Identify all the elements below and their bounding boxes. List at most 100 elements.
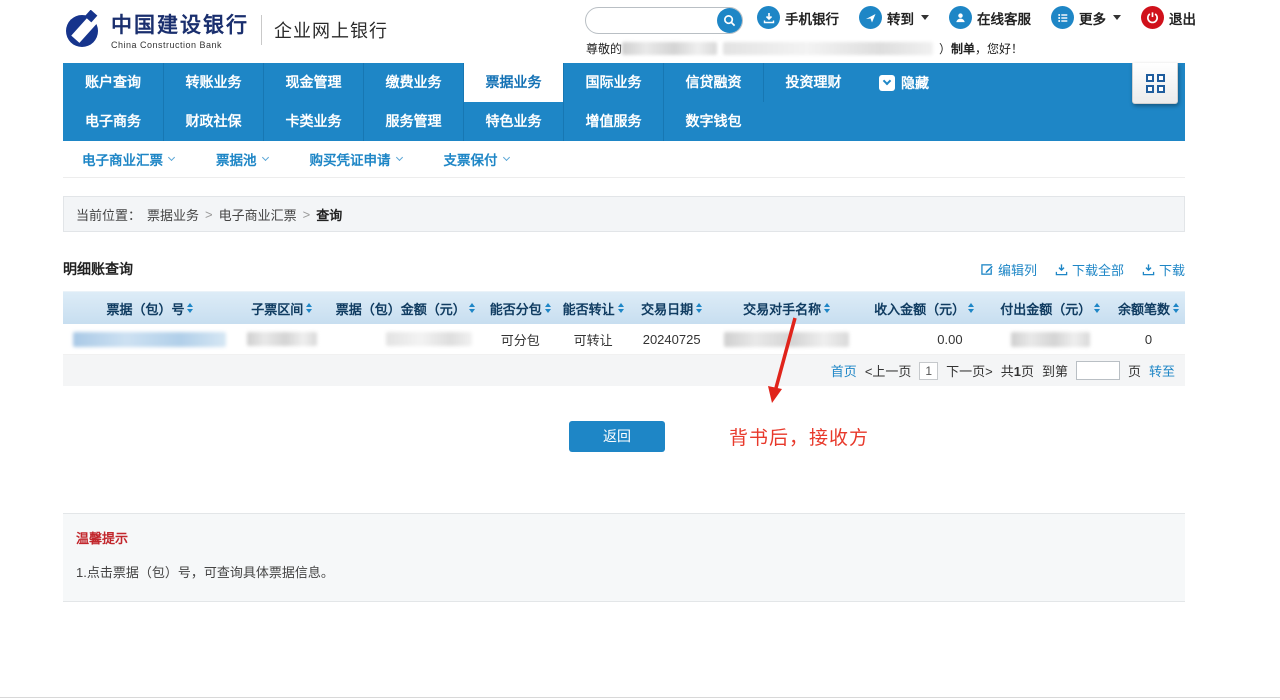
bank-logo[interactable]: 中国建设银行 China Construction Bank 企业网上银行 [63,9,388,50]
tab-account-inquiry[interactable]: 账户查询 [63,63,163,102]
tab-credit-financing[interactable]: 信贷融资 [663,63,763,102]
subnav-bill-pool[interactable]: 票据池 [216,149,268,169]
sort-icon[interactable] [824,303,830,313]
cell-bill-no[interactable] [63,332,237,347]
tips-panel: 温馨提示 1.点击票据（包）号，可查询具体票据信息。 [63,513,1185,602]
mobile-banking-button[interactable]: 手机银行 [757,6,839,29]
header-actions: 手机银行 转到 在线客服 更多 [757,6,1196,29]
column-income-amount-label: 收入金额（元） [874,299,965,318]
sort-icon[interactable] [469,303,475,313]
hide-nav-button[interactable]: 隐藏 [879,63,929,102]
goto-page-input[interactable] [1076,361,1120,380]
customer-service-icon [949,6,972,29]
next-page-link[interactable]: 下一页> [946,361,993,380]
subnav-commercial-draft-label: 电子商业汇票 [82,149,163,169]
download-all-button[interactable]: 下载全部 [1055,260,1124,279]
go-to-button[interactable]: 转到 [859,6,929,29]
more-button[interactable]: 更多 [1051,6,1121,29]
breadcrumb-item-bill-business[interactable]: 票据业务 [147,205,199,224]
column-bill-no[interactable]: 票据（包）号 [63,299,237,318]
table-row: 可分包 可转让 20240725 0.00 0 [63,324,1185,355]
sort-icon[interactable] [618,303,624,313]
online-service-button[interactable]: 在线客服 [949,6,1031,29]
subnav-commercial-draft[interactable]: 电子商业汇票 [82,149,174,169]
sort-icon[interactable] [1173,303,1179,313]
tab-value-added[interactable]: 增值服务 [563,102,663,141]
tab-payment[interactable]: 缴费业务 [363,63,463,102]
column-bill-amount[interactable]: 票据（包）金额（元） [327,299,484,318]
cell-transferable: 可转让 [557,330,630,349]
tab-bill-business[interactable]: 票据业务 [463,63,563,102]
redacted-bill-amount [386,332,472,346]
search-button[interactable] [717,8,742,33]
apps-grid-button[interactable] [1132,63,1178,104]
go-to-label: 转到 [887,8,914,28]
tab-e-commerce[interactable]: 电子商务 [63,102,163,141]
breadcrumb-current: 查询 [316,205,342,224]
column-splittable-label: 能否分包 [490,299,542,318]
breadcrumb-separator: > [205,207,213,222]
tab-service-management[interactable]: 服务管理 [363,102,463,141]
tab-cash-management[interactable]: 现金管理 [263,63,363,102]
grid-icon [1146,74,1165,93]
download-all-label: 下载全部 [1072,260,1124,279]
sort-icon[interactable] [187,303,193,313]
total-prefix: 共 [1001,364,1014,379]
sort-icon[interactable] [696,303,702,313]
download-label: 下载 [1159,260,1185,279]
more-label: 更多 [1079,8,1106,28]
column-balance-count-label: 余额笔数 [1118,299,1170,318]
subnav-bill-pool-label: 票据池 [216,149,257,169]
tab-digital-wallet[interactable]: 数字钱包 [663,102,763,141]
return-button[interactable]: 返回 [569,421,665,452]
edit-columns-button[interactable]: 编辑列 [981,260,1037,279]
column-payout-amount[interactable]: 付出金额（元） [989,299,1112,318]
section-title: 明细账查询 [63,259,133,279]
column-splittable[interactable]: 能否分包 [484,299,557,318]
tab-special-business[interactable]: 特色业务 [463,102,563,141]
sort-icon[interactable] [306,303,312,313]
subnav-voucher-purchase-label: 购买凭证申请 [310,149,391,169]
first-page-link[interactable]: 首页 [831,361,857,380]
redacted-customer-name [622,42,717,55]
more-caret-icon [1113,15,1121,20]
cell-sub-bill-range [237,332,327,346]
column-balance-count[interactable]: 余额笔数 [1112,299,1185,318]
download-button[interactable]: 下载 [1142,260,1185,279]
go-to-caret-icon [921,15,929,20]
column-transferable[interactable]: 能否转让 [557,299,630,318]
greeting-prefix: 尊敬的 [586,40,622,57]
column-trade-date[interactable]: 交易日期 [630,299,714,318]
tab-fiscal-social[interactable]: 财政社保 [163,102,263,141]
column-bill-amount-label: 票据（包）金额（元） [336,299,466,318]
tab-investment[interactable]: 投资理财 [763,63,863,102]
column-sub-bill-range[interactable]: 子票区间 [237,299,327,318]
edit-column-icon [981,263,994,276]
sort-icon[interactable] [545,303,551,313]
breadcrumb-item-commercial-draft[interactable]: 电子商业汇票 [219,205,297,224]
subnav-check-guarantee[interactable]: 支票保付 [444,149,509,169]
mobile-banking-icon [757,6,780,29]
sort-icon[interactable] [1094,303,1100,313]
greeting-suffix: ，您好！ [975,40,1023,57]
tab-card-business[interactable]: 卡类业务 [263,102,363,141]
sort-icon[interactable] [968,303,974,313]
cell-bill-amount [327,332,484,346]
subnav-voucher-purchase[interactable]: 购买凭证申请 [310,149,402,169]
tab-international[interactable]: 国际业务 [563,63,663,102]
current-page-indicator[interactable]: 1 [919,362,938,380]
portal-title: 企业网上银行 [274,17,388,43]
logout-button[interactable]: 退出 [1141,6,1196,29]
column-income-amount[interactable]: 收入金额（元） [860,299,989,318]
redacted-counterparty [724,332,849,347]
greeting-role: 制单 [951,40,975,57]
tab-transfer[interactable]: 转账业务 [163,63,263,102]
chevron-down-icon [168,154,175,161]
prev-page-link[interactable]: <上一页 [865,361,912,380]
goto-unit: 页 [1128,361,1141,380]
hide-icon [879,75,895,91]
goto-page-button[interactable]: 转至 [1149,361,1175,380]
column-counterparty[interactable]: 交易对手名称 [714,299,860,318]
top-header: 中国建设银行 China Construction Bank 企业网上银行 手机… [63,0,1185,63]
column-sub-bill-range-label: 子票区间 [251,299,303,318]
